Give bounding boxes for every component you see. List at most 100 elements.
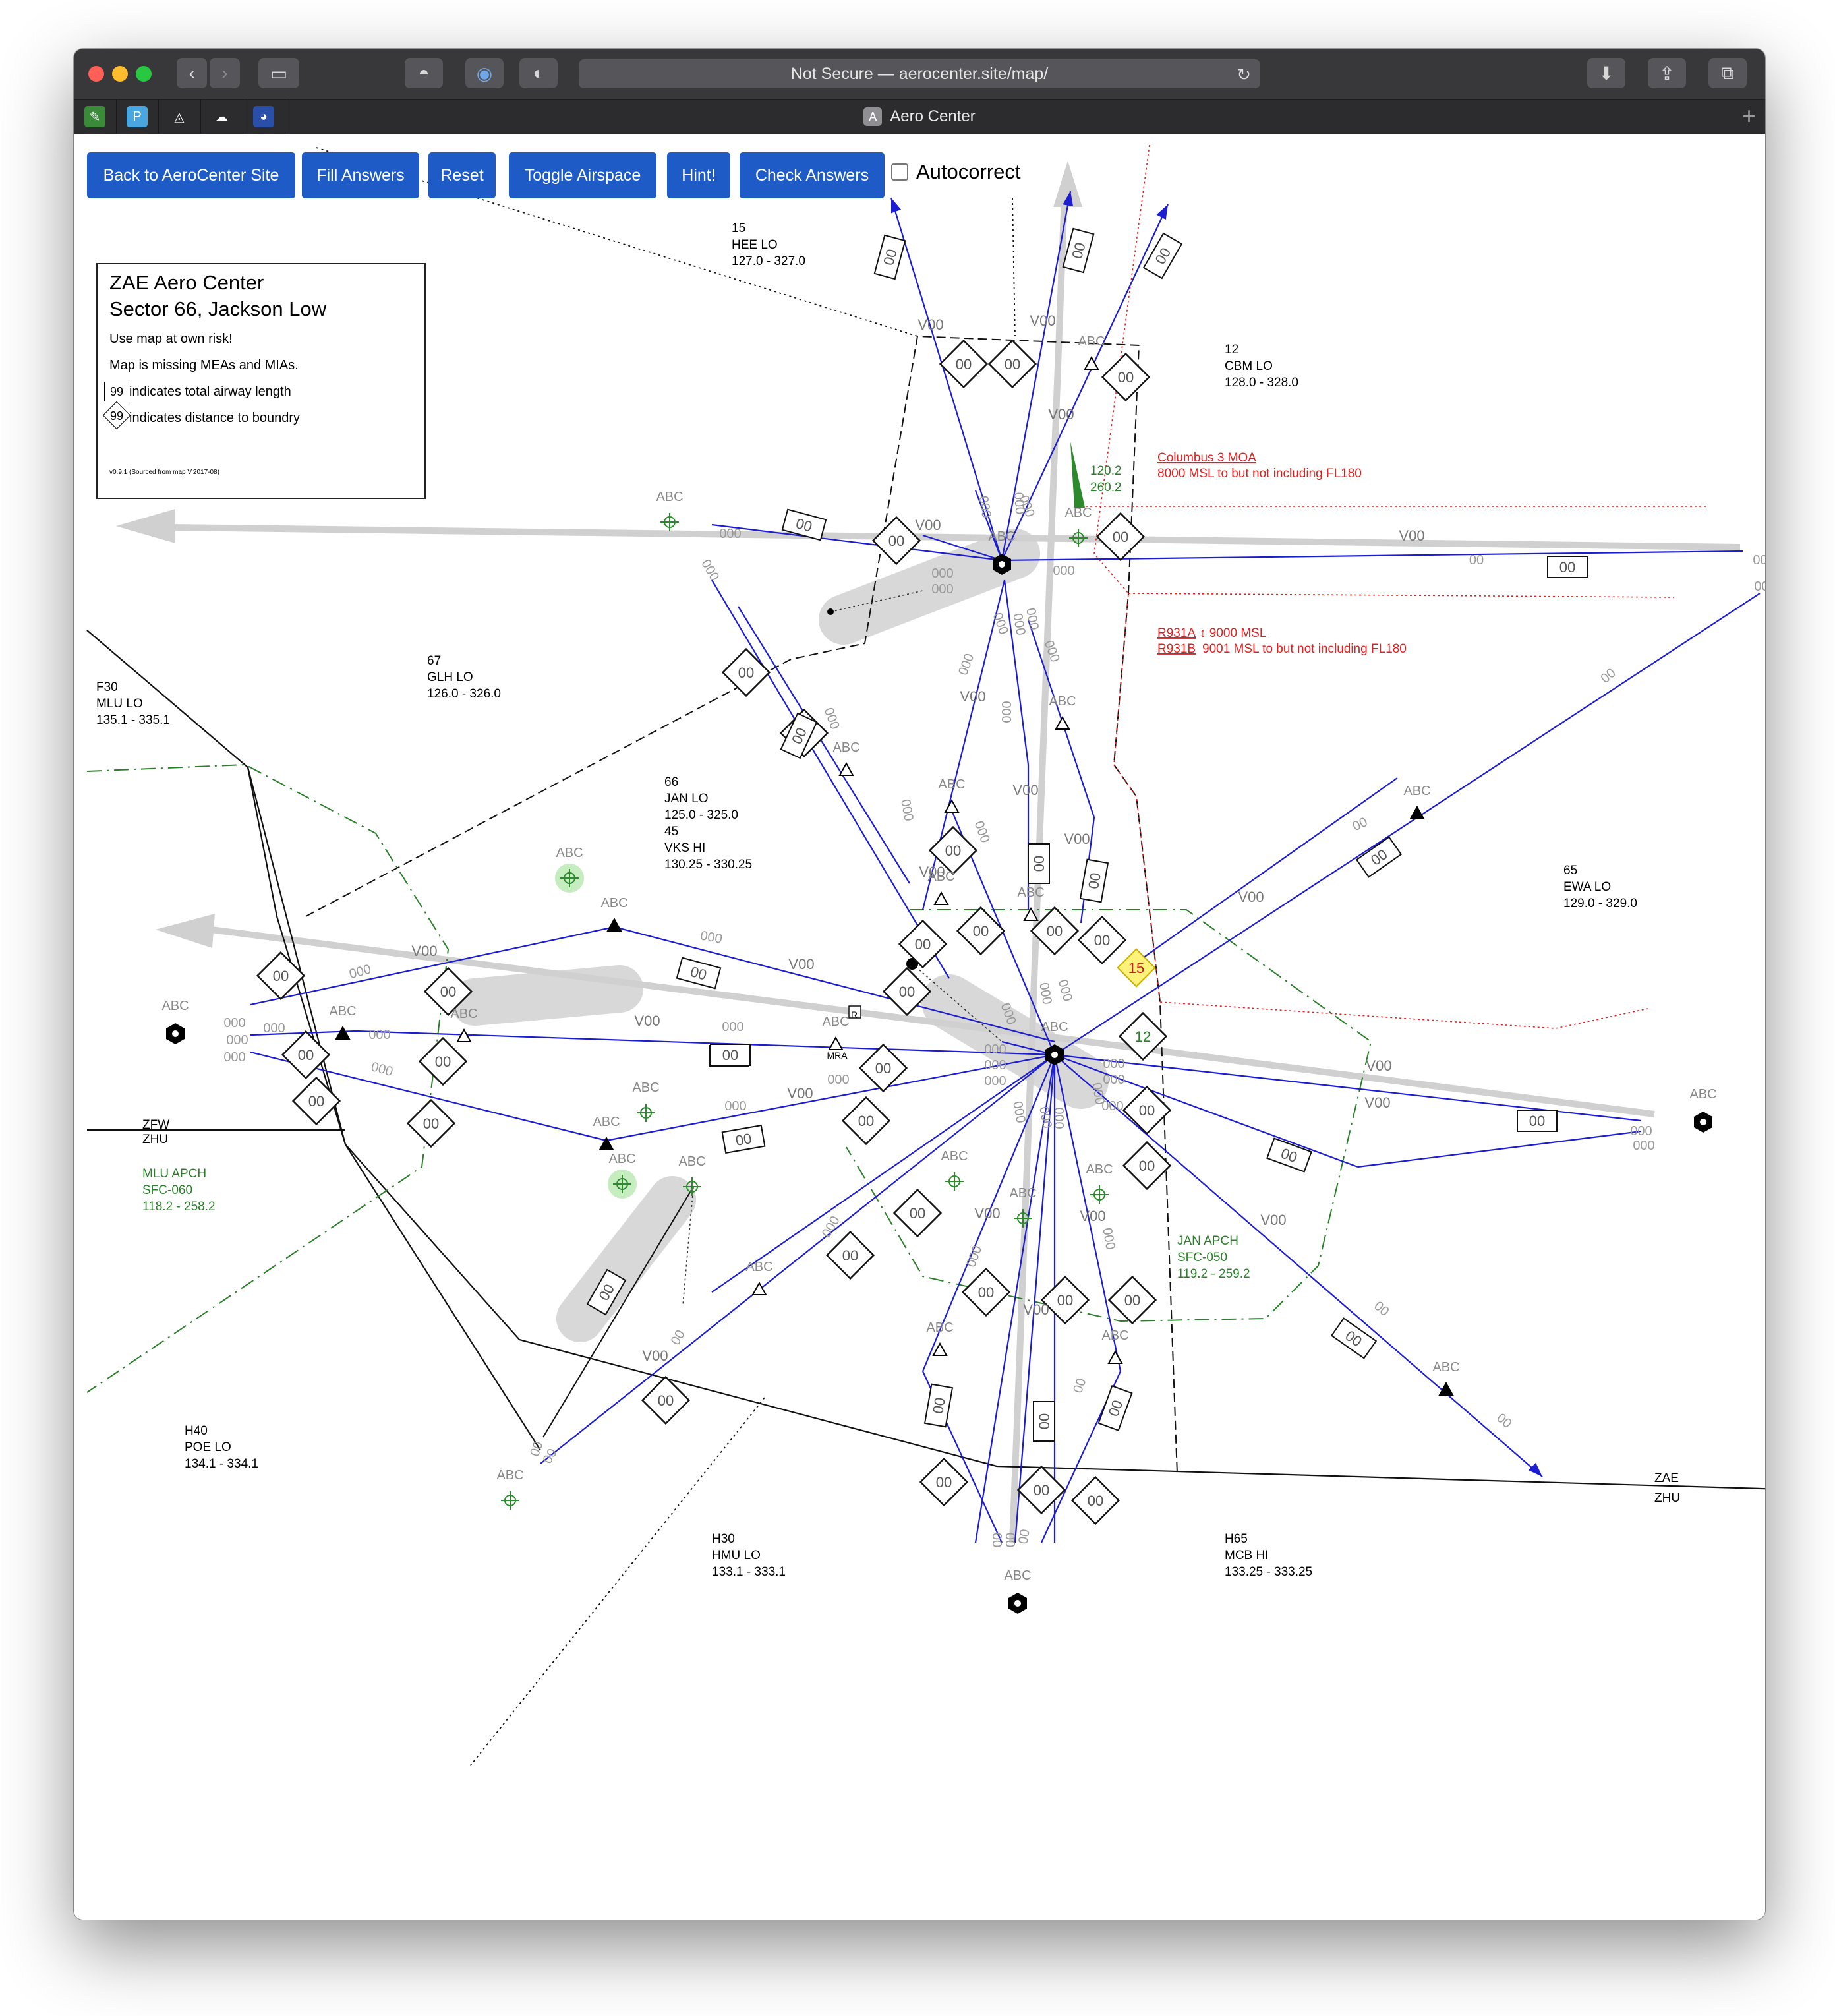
close-window-button[interactable] (88, 66, 104, 82)
check-answers-button[interactable]: Check Answers (740, 152, 885, 198)
airway-label: V00 (974, 1205, 1000, 1222)
fix-triangle-icon (1409, 805, 1425, 819)
airway-segment (738, 606, 910, 884)
radial-label: 000 (370, 1059, 395, 1079)
box-value: 00 (734, 1130, 753, 1149)
zoom-window-button[interactable] (136, 66, 152, 82)
address-bar[interactable]: Not Secure — aerocenter.site/map/ ↻ (579, 59, 1260, 88)
password-manager-icon[interactable]: ◉ (465, 58, 504, 88)
radial-label: 000 (1099, 1227, 1117, 1251)
diamond-value: 00 (936, 1474, 952, 1491)
forward-nav-icon[interactable]: › (210, 58, 240, 88)
autocorrect-label: Autocorrect (916, 160, 1021, 183)
extension-ghost-icon[interactable]: ◓ (405, 58, 443, 88)
radial-label: 000 (226, 1033, 248, 1048)
diamond-value: 00 (899, 984, 915, 1000)
reload-icon[interactable]: ↻ (1237, 65, 1251, 85)
downloads-icon[interactable]: ⬇ (1587, 58, 1625, 88)
approach-label: 119.2 - 259.2 (1177, 1267, 1250, 1281)
sector-label: H30 (712, 1532, 735, 1546)
box-value: 00 (1036, 1413, 1053, 1429)
reset-button[interactable]: Reset (428, 152, 496, 198)
radial-label: 000 (223, 1016, 245, 1030)
frequency-label: 260.2 (1090, 481, 1122, 494)
diamond-value: 00 (1139, 1102, 1155, 1119)
airway-segment (1054, 593, 1761, 1055)
map-line (469, 1397, 765, 1767)
waypoint-green-icon (945, 1172, 964, 1191)
share-icon[interactable]: ⇪ (1648, 58, 1686, 88)
boundary-label-zae: ZAE (1654, 1471, 1679, 1485)
airway-label: V00 (1399, 527, 1424, 544)
minimize-window-button[interactable] (112, 66, 128, 82)
airway-label: V00 (1064, 831, 1090, 847)
airway-length-box: 00 (1266, 1137, 1312, 1173)
radial-label: 000 (827, 1073, 849, 1087)
toggle-airspace-button[interactable]: Toggle Airspace (509, 152, 656, 198)
diamond-value: 00 (423, 1115, 439, 1132)
radial-label: 000 (990, 611, 1011, 637)
hint-button[interactable]: Hint! (667, 152, 730, 198)
legend-warning: Use map at own risk! (109, 332, 233, 346)
boundary-distance-diamond: 00 (841, 1096, 891, 1146)
reporting-label: R (851, 1009, 858, 1020)
restricted-name: R931B (1157, 642, 1196, 656)
diamond-value: 00 (1047, 923, 1063, 939)
sector-label: EWA LO (1563, 880, 1611, 894)
autocorrect-toggle[interactable]: Autocorrect (891, 160, 1021, 184)
highlighted-diamond: 15 (1117, 948, 1156, 988)
mra-label: MRA (827, 1050, 848, 1061)
radial-label: 000 (722, 1020, 743, 1034)
fix-label: ABC (556, 846, 583, 860)
diamond-value: 00 (910, 1205, 925, 1222)
active-tab[interactable]: A Aero Center (74, 100, 1765, 134)
fix-label: ABC (1078, 334, 1105, 349)
back-nav-icon[interactable]: ‹ (177, 58, 207, 88)
radial-label: 00 (1070, 1377, 1089, 1395)
tab-bar: ✎ P ◬ ☁ ◕ A Aero Center + (74, 99, 1765, 134)
fix-label: ABC (745, 1260, 772, 1274)
box-value: 00 (1559, 559, 1575, 576)
fix-label: ABC (1432, 1360, 1459, 1375)
radial-label: 000 (819, 1214, 843, 1240)
new-tab-icon[interactable]: + (1742, 102, 1756, 130)
approach-label: 118.2 - 258.2 (142, 1200, 216, 1214)
fix-label: ABC (1049, 694, 1076, 709)
map-line (1012, 197, 1016, 337)
diamond-value: 15 (1128, 960, 1144, 976)
approach-label: MLU APCH (142, 1167, 206, 1181)
airway-label: V00 (915, 517, 941, 533)
sidebar-toggle-icon[interactable]: ▭ (258, 58, 299, 88)
fill-answers-button[interactable]: Fill Answers (302, 152, 419, 198)
boundary-distance-diamond: 00 (1107, 1275, 1157, 1325)
fix-label: ABC (329, 1004, 356, 1019)
radial-label: 000 (1036, 982, 1054, 1006)
fix-label: ABC (496, 1468, 523, 1483)
airway-length-box: 00 (1330, 1317, 1378, 1359)
diamond-value: 00 (298, 1047, 314, 1063)
radial-label: 000 (1053, 564, 1074, 578)
waypoint-green-icon (660, 513, 679, 531)
vortac-icon (1008, 1593, 1027, 1614)
legend-box-meaning: indicates total airway length (129, 384, 291, 399)
sector-label: 129.0 - 329.0 (1563, 897, 1637, 910)
diamond-value: 00 (973, 923, 989, 939)
boundary-distance-diamond: 00 (641, 1375, 691, 1425)
waypoint-green-icon (501, 1491, 519, 1510)
privacy-shield-icon[interactable]: ◐ (519, 58, 558, 88)
sector-label: 126.0 - 326.0 (427, 687, 501, 701)
diamond-value: 00 (1005, 356, 1020, 372)
diamond-value: 00 (1139, 1158, 1155, 1174)
autocorrect-checkbox[interactable] (891, 163, 908, 181)
fix-triangle-icon (932, 1342, 948, 1356)
waypoint-green-icon (1090, 1185, 1109, 1204)
boundary-distance-diamond: 00 (418, 1036, 468, 1086)
fix-label: ABC (1101, 1328, 1128, 1343)
airway-length-box: 00 (1517, 1110, 1558, 1132)
box-value: 00 (929, 1396, 948, 1415)
box-value: 00 (722, 1047, 738, 1063)
back-to-site-button[interactable]: Back to AeroCenter Site (87, 152, 295, 198)
airway-segment (711, 523, 1003, 562)
airway-arrow-head (1528, 1462, 1542, 1477)
tabs-overview-icon[interactable]: ⧉ (1708, 58, 1747, 88)
